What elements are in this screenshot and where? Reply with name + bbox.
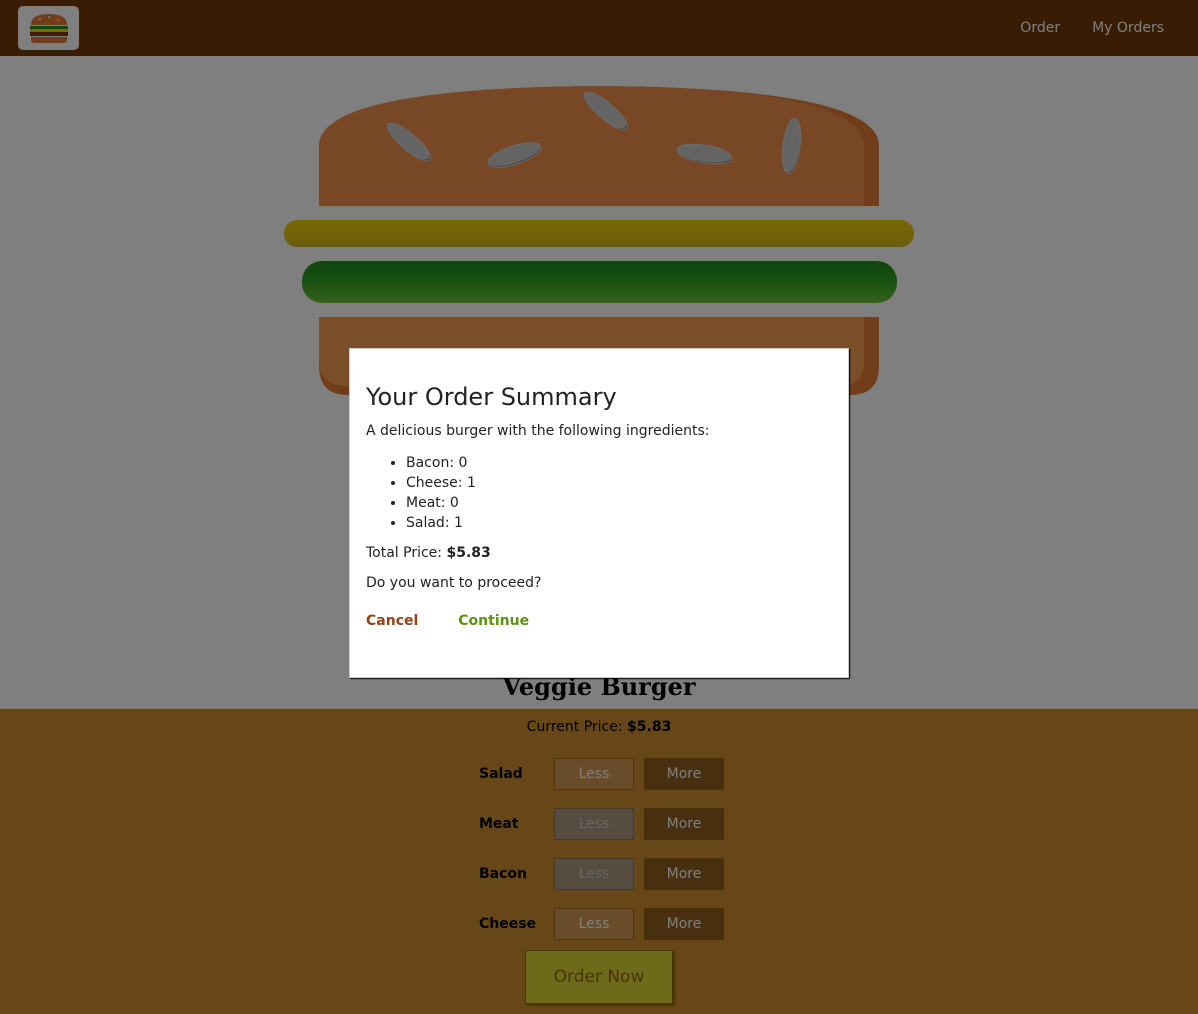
list-item: Cheese: 1 <box>406 473 832 493</box>
total-price-label: Total Price: <box>366 545 447 561</box>
total-price: Total Price: $5.83 <box>366 545 832 561</box>
modal-intro: A delicious burger with the following in… <box>366 423 710 439</box>
ingredient-list: Bacon: 0 Cheese: 1 Meat: 0 Salad: 1 <box>366 453 832 533</box>
modal-title: Your Order Summary <box>366 383 617 411</box>
modal-actions: Cancel Continue <box>366 613 832 629</box>
list-item: Salad: 1 <box>406 513 832 533</box>
proceed-question: Do you want to proceed? <box>366 575 542 591</box>
list-item: Bacon: 0 <box>406 453 832 473</box>
cancel-button[interactable]: Cancel <box>366 613 418 629</box>
total-price-value: $5.83 <box>446 545 491 561</box>
list-item: Meat: 0 <box>406 493 832 513</box>
order-summary-modal: Your Order Summary A delicious burger wi… <box>349 348 849 678</box>
continue-button[interactable]: Continue <box>458 613 529 629</box>
